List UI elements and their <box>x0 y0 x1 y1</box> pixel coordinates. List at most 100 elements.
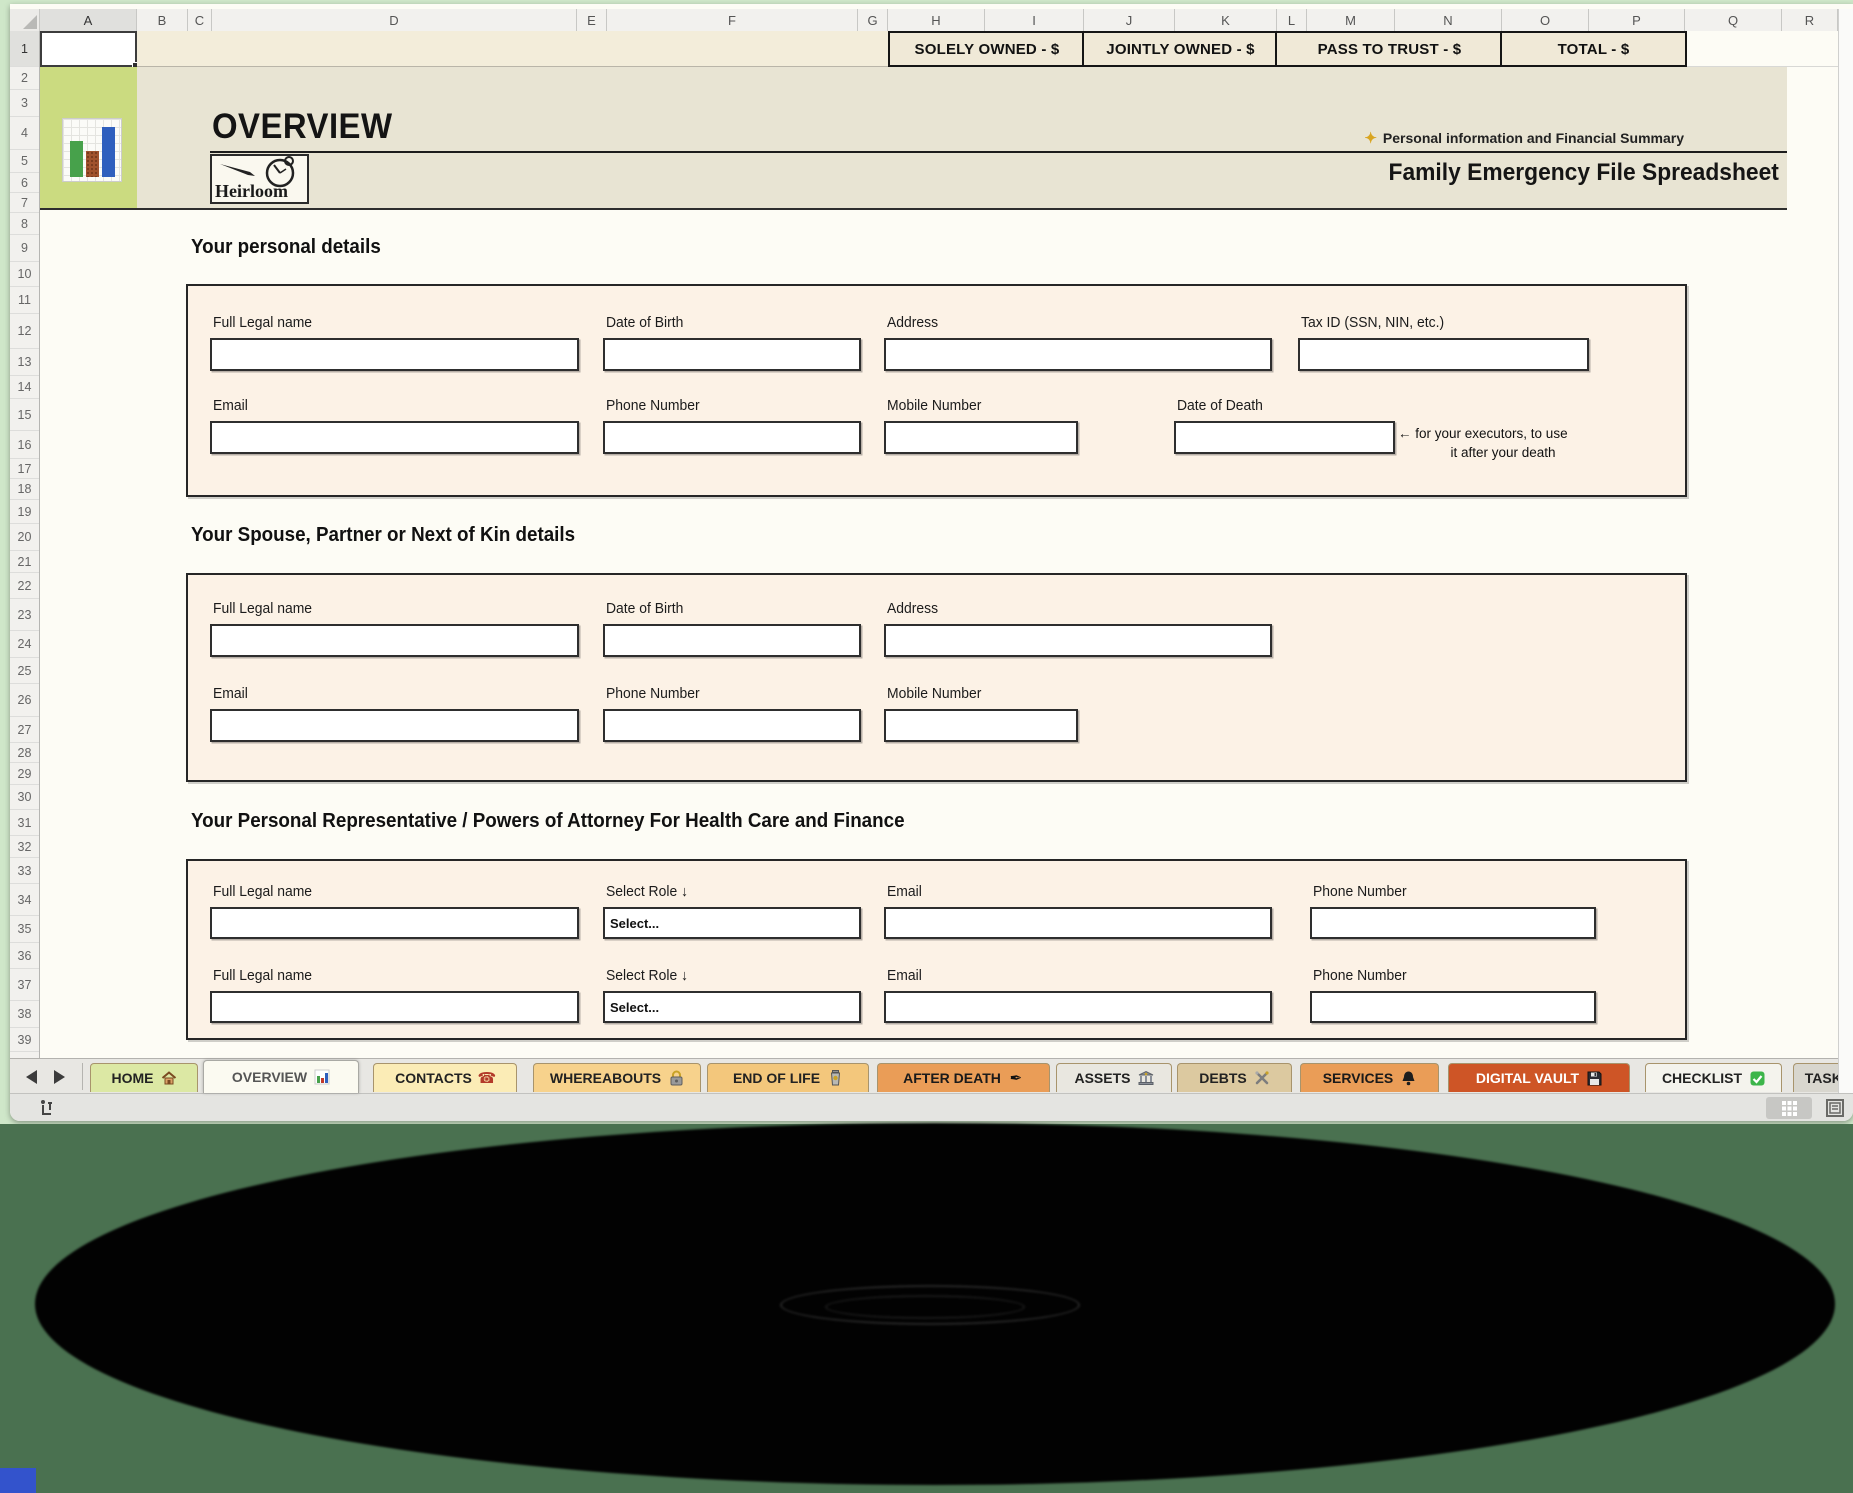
row-header-27[interactable]: 27 <box>10 717 39 743</box>
row-header-25[interactable]: 25 <box>10 658 39 684</box>
row-header-15[interactable]: 15 <box>10 399 39 431</box>
column-header-i[interactable]: I <box>985 9 1084 31</box>
row-header-13[interactable]: 13 <box>10 349 39 376</box>
row-header-35[interactable]: 35 <box>10 916 39 943</box>
financial-header-2[interactable]: PASS TO TRUST - $ <box>1275 31 1504 67</box>
row-header-36[interactable]: 36 <box>10 943 39 969</box>
row-header-28[interactable]: 28 <box>10 743 39 763</box>
text-input-tax-id-ssn-nin-etc[interactable] <box>1298 338 1589 371</box>
column-header-m[interactable]: M <box>1307 9 1395 31</box>
row-header-17[interactable]: 17 <box>10 459 39 479</box>
row-header-29[interactable]: 29 <box>10 763 39 785</box>
row-header-18[interactable]: 18 <box>10 479 39 500</box>
column-header-l[interactable]: L <box>1277 9 1307 31</box>
row-header-14[interactable]: 14 <box>10 376 39 399</box>
text-input-email[interactable] <box>884 991 1272 1023</box>
row-header-39[interactable]: 39 <box>10 1028 39 1052</box>
row-header-11[interactable]: 11 <box>10 287 39 314</box>
text-input-email[interactable] <box>884 907 1272 939</box>
tab-after-death[interactable]: AFTER DEATH✒ <box>877 1063 1050 1092</box>
tab-digital-vault[interactable]: DIGITAL VAULT <box>1448 1063 1630 1092</box>
row-header-2[interactable]: 2 <box>10 67 39 90</box>
column-header-r[interactable]: R <box>1782 9 1838 31</box>
tab-overview[interactable]: OVERVIEW <box>203 1060 359 1093</box>
tab-services[interactable]: SERVICES <box>1300 1063 1439 1092</box>
row-header-7[interactable]: 7 <box>10 193 39 213</box>
row-header-4[interactable]: 4 <box>10 117 39 150</box>
text-input-mobile-number[interactable] <box>884 421 1078 454</box>
text-input-full-legal-name[interactable] <box>210 991 579 1023</box>
column-header-c[interactable]: C <box>188 9 212 31</box>
row-header-24[interactable]: 24 <box>10 631 39 658</box>
column-header-b[interactable]: B <box>137 9 188 31</box>
financial-header-0[interactable]: SOLELY OWNED - $ <box>888 31 1086 67</box>
column-header-k[interactable]: K <box>1175 9 1277 31</box>
row-header-31[interactable]: 31 <box>10 810 39 836</box>
tab-end-of-life[interactable]: END OF LIFE <box>707 1063 869 1092</box>
row-header-20[interactable]: 20 <box>10 524 39 551</box>
vertical-scrollbar[interactable] <box>1838 9 1853 1093</box>
row1-blank-cells[interactable] <box>137 31 888 67</box>
row-header-16[interactable]: 16 <box>10 431 39 459</box>
row-header-32[interactable]: 32 <box>10 836 39 858</box>
column-header-h[interactable]: H <box>888 9 985 31</box>
row-header-38[interactable]: 38 <box>10 1001 39 1028</box>
role-select-dropdown[interactable]: Select... <box>603 907 861 939</box>
column-header-n[interactable]: N <box>1395 9 1502 31</box>
text-input-date-of-birth[interactable] <box>603 624 861 657</box>
text-input-email[interactable] <box>210 421 579 454</box>
row-header-21[interactable]: 21 <box>10 551 39 573</box>
text-input-address[interactable] <box>884 624 1272 657</box>
row-header-3[interactable]: 3 <box>10 90 39 117</box>
row-header-10[interactable]: 10 <box>10 262 39 287</box>
tabs-scroll-right-button[interactable] <box>54 1070 65 1084</box>
tab-checklist[interactable]: CHECKLIST <box>1645 1063 1782 1092</box>
row-header-8[interactable]: 8 <box>10 213 39 235</box>
column-header-a[interactable]: A <box>40 9 137 31</box>
page-layout-view-button[interactable] <box>1818 1097 1852 1119</box>
text-input-phone-number[interactable] <box>603 421 861 454</box>
column-header-p[interactable]: P <box>1589 9 1685 31</box>
text-input-full-legal-name[interactable] <box>210 624 579 657</box>
column-header-q[interactable]: Q <box>1685 9 1782 31</box>
column-header-g[interactable]: G <box>858 9 888 31</box>
row-header-22[interactable]: 22 <box>10 573 39 599</box>
tab-debts[interactable]: DEBTS <box>1177 1063 1292 1092</box>
row-header-19[interactable]: 19 <box>10 500 39 524</box>
row1-trailing-cells[interactable] <box>1687 31 1838 67</box>
text-input-date-of-birth[interactable] <box>603 338 861 371</box>
financial-header-3[interactable]: TOTAL - $ <box>1500 31 1687 67</box>
row-header-1[interactable]: 1 <box>10 31 39 67</box>
row-header-9[interactable]: 9 <box>10 235 39 262</box>
row-header-5[interactable]: 5 <box>10 150 39 173</box>
column-header-f[interactable]: F <box>607 9 858 31</box>
tab-assets[interactable]: ASSETS <box>1056 1063 1172 1092</box>
text-input-phone-number[interactable] <box>1310 991 1596 1023</box>
row-header-37[interactable]: 37 <box>10 969 39 1001</box>
tab-whereabouts[interactable]: WHEREABOUTS <box>533 1063 701 1092</box>
column-header-o[interactable]: O <box>1502 9 1589 31</box>
text-input-email[interactable] <box>210 709 579 742</box>
column-header-e[interactable]: E <box>577 9 607 31</box>
text-input-phone-number[interactable] <box>603 709 861 742</box>
row-header-34[interactable]: 34 <box>10 884 39 916</box>
text-input-full-legal-name[interactable] <box>210 338 579 371</box>
row-header-23[interactable]: 23 <box>10 599 39 631</box>
row-header-33[interactable]: 33 <box>10 858 39 884</box>
tab-contacts[interactable]: CONTACTS☎ <box>373 1063 517 1092</box>
row-header-30[interactable]: 30 <box>10 785 39 810</box>
text-input-address[interactable] <box>884 338 1272 371</box>
role-select-dropdown[interactable]: Select... <box>603 991 861 1023</box>
financial-header-1[interactable]: JOINTLY OWNED - $ <box>1082 31 1279 67</box>
column-header-d[interactable]: D <box>212 9 577 31</box>
tab-home[interactable]: HOME <box>90 1063 198 1092</box>
row-header-26[interactable]: 26 <box>10 684 39 717</box>
selected-cell-a1[interactable] <box>40 31 137 67</box>
selection-mode-icon[interactable] <box>38 1099 56 1117</box>
select-all-corner[interactable] <box>10 9 40 31</box>
row-header-12[interactable]: 12 <box>10 314 39 349</box>
normal-view-button[interactable] <box>1766 1097 1812 1119</box>
tabs-scroll-left-button[interactable] <box>26 1070 37 1084</box>
text-input-date-of-death[interactable] <box>1174 421 1395 454</box>
row-header-6[interactable]: 6 <box>10 173 39 193</box>
